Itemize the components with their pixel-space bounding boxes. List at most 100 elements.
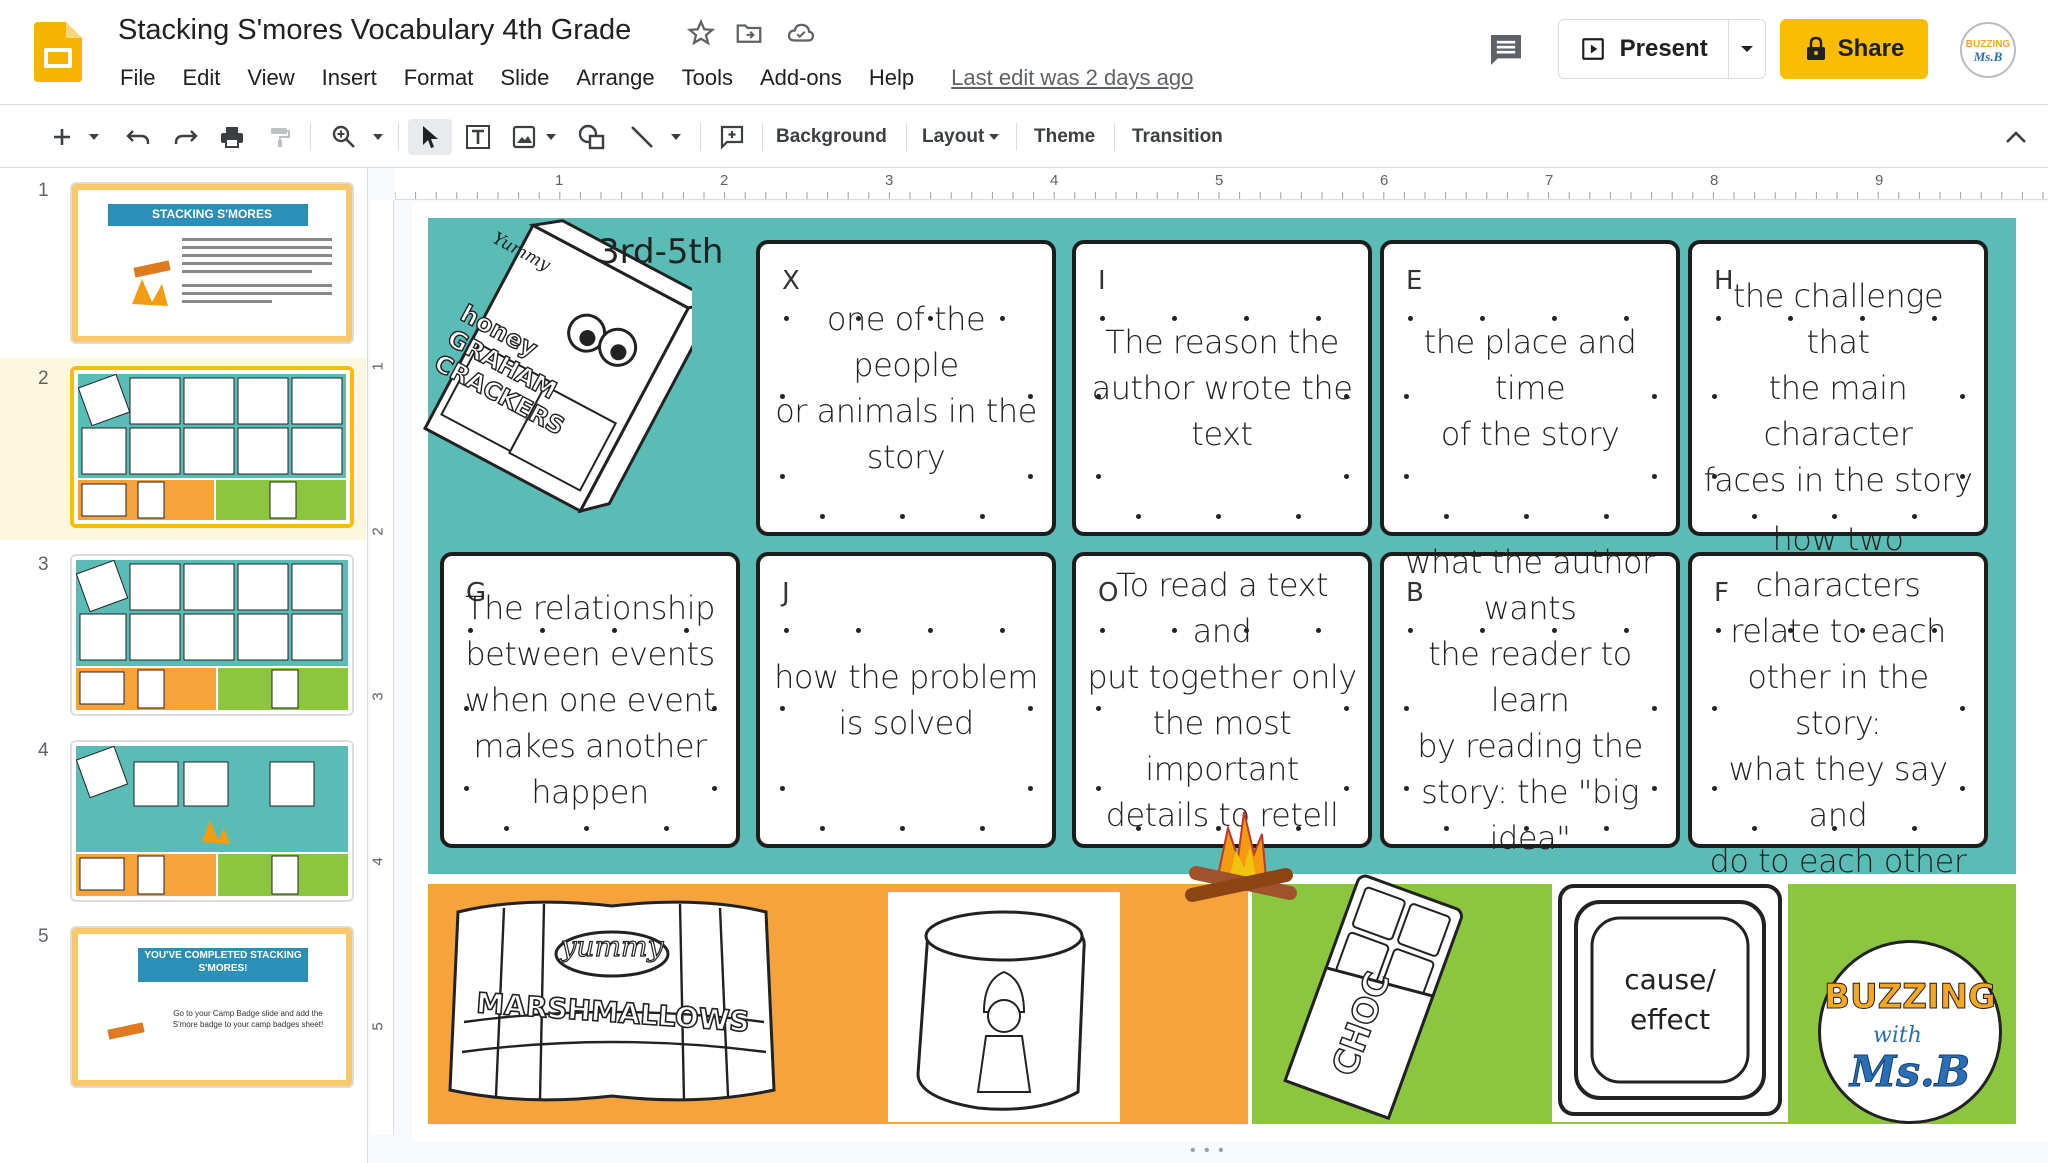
- background-button[interactable]: Background: [776, 119, 887, 155]
- vocab-card[interactable]: J how the problem is solved: [756, 552, 1056, 848]
- app-header: Stacking S'mores Vocabulary 4th Grade Fi…: [0, 0, 2048, 104]
- slide-thumbnail-4[interactable]: [70, 740, 354, 902]
- move-folder-icon[interactable]: [734, 18, 764, 48]
- shape-button[interactable]: [572, 119, 612, 155]
- marshmallow-bag-image[interactable]: yummy MARSHMALLOWS: [444, 892, 780, 1110]
- menu-tools[interactable]: Tools: [680, 63, 735, 93]
- chocolate-answer-card[interactable]: cause/ effect: [1552, 878, 1788, 1122]
- last-edit-link[interactable]: Last edit was 2 days ago: [951, 65, 1193, 91]
- card-decoration-dot: [1788, 628, 1793, 633]
- ruler-number: 7: [1545, 172, 1554, 189]
- vocab-card[interactable]: G The relationship between events when o…: [440, 552, 740, 848]
- vocab-card[interactable]: F how two characters relate to each othe…: [1688, 520, 1988, 880]
- present-options-dropdown[interactable]: [1729, 20, 1765, 78]
- card-decoration-dot: [1604, 514, 1609, 519]
- new-slide-button[interactable]: [44, 119, 80, 155]
- collapse-toolbar-button[interactable]: [1998, 119, 2034, 155]
- transition-button[interactable]: Transition: [1132, 119, 1223, 155]
- text-box-button[interactable]: [460, 119, 496, 155]
- zoom-dropdown[interactable]: [368, 119, 388, 155]
- menu-help[interactable]: Help: [867, 63, 916, 93]
- menu-file[interactable]: File: [118, 63, 157, 93]
- card-decoration-dot: [1444, 826, 1449, 831]
- theme-button[interactable]: Theme: [1034, 119, 1095, 155]
- resize-handle[interactable]: • • •: [1190, 1142, 1226, 1160]
- badge-text-3: Ms.B: [1849, 1047, 1971, 1097]
- chocolate-bar-image[interactable]: CHOC: [1268, 874, 1468, 1124]
- card-decoration-dot: [900, 826, 905, 831]
- slides-logo-icon[interactable]: [34, 22, 82, 82]
- card-decoration-dot: [464, 706, 469, 711]
- add-comment-icon: [720, 125, 744, 150]
- horizontal-ruler[interactable]: 1 2 3 4 5 6 7 8 9: [395, 168, 2048, 200]
- card-decoration-dot: [1552, 316, 1557, 321]
- card-decoration-dot: [1652, 474, 1657, 479]
- present-button[interactable]: Present: [1559, 20, 1730, 78]
- buzzing-with-msb-badge[interactable]: BUZZING with Ms.B: [1818, 940, 2002, 1124]
- select-tool-button[interactable]: [408, 119, 452, 155]
- vocab-card[interactable]: X one of the people or animals in the st…: [756, 240, 1056, 536]
- menu-insert[interactable]: Insert: [320, 63, 379, 93]
- menu-format[interactable]: Format: [402, 63, 476, 93]
- card-decoration-dot: [1960, 474, 1965, 479]
- account-avatar[interactable]: BUZZING Ms.B: [1960, 22, 2016, 78]
- cloud-saved-icon[interactable]: [786, 18, 816, 48]
- card-decoration-dot: [1716, 316, 1721, 321]
- vocab-card[interactable]: I The reason the author wrote the text: [1072, 240, 1372, 536]
- ruler-number: 5: [1215, 172, 1224, 189]
- card-decoration-dot: [1860, 316, 1865, 321]
- add-comment-button[interactable]: [714, 119, 750, 155]
- share-button[interactable]: Share: [1780, 19, 1928, 79]
- card-decoration-dot: [1912, 826, 1917, 831]
- menu-edit[interactable]: Edit: [180, 63, 222, 93]
- ruler-number: 2: [720, 172, 729, 189]
- zoom-button[interactable]: [326, 119, 362, 155]
- card-decoration-dot: [1712, 706, 1717, 711]
- card-decoration-dot: [464, 786, 469, 791]
- slide-thumbnail-2[interactable]: [70, 366, 354, 528]
- comment-history-icon[interactable]: [1486, 30, 1526, 70]
- slide-canvas[interactable]: Yummy honey GRAHAM CRACKERS 3rd-5th X on…: [412, 202, 2048, 1142]
- line-button[interactable]: [624, 119, 660, 155]
- plus-icon: [54, 129, 70, 145]
- slide-thumbnail-3[interactable]: [70, 554, 354, 716]
- new-slide-layout-dropdown[interactable]: [84, 119, 104, 155]
- insert-image-dropdown[interactable]: [542, 119, 560, 155]
- card-decoration-dot: [1624, 628, 1629, 633]
- menu-slide[interactable]: Slide: [498, 63, 551, 93]
- card-definition: The reason the author wrote the text: [1091, 323, 1353, 453]
- paint-format-button[interactable]: [262, 119, 298, 155]
- star-icon[interactable]: [686, 18, 716, 48]
- vocab-card[interactable]: H the challenge that the main character …: [1688, 240, 1988, 536]
- layout-button[interactable]: Layout: [922, 119, 1000, 155]
- card-decoration-dot: [1404, 786, 1409, 791]
- card-definition: how the problem is solved: [774, 658, 1038, 742]
- vocab-card[interactable]: E the place and time of the story: [1380, 240, 1680, 536]
- card-definition: the place and time of the story: [1423, 323, 1637, 453]
- line-dropdown[interactable]: [666, 119, 686, 155]
- card-decoration-dot: [1524, 826, 1529, 831]
- vocab-card[interactable]: B what the author wants the reader to le…: [1380, 543, 1680, 857]
- slide-number: 4: [38, 740, 49, 761]
- card-decoration-dot: [784, 628, 789, 633]
- undo-button[interactable]: [120, 119, 156, 155]
- card-decoration-dot: [780, 394, 785, 399]
- marshmallow-answer-card[interactable]: [888, 892, 1120, 1122]
- insert-image-button[interactable]: [506, 119, 542, 155]
- slide-filmstrip: 1 STACKING S'MORES 2 3 4 5 YOU'VE COMPLE…: [0, 168, 368, 1163]
- menu-addons[interactable]: Add-ons: [758, 63, 844, 93]
- menu-arrange[interactable]: Arrange: [574, 63, 656, 93]
- redo-button[interactable]: [168, 119, 204, 155]
- print-button[interactable]: [214, 119, 250, 155]
- card-decoration-dot: [1752, 826, 1757, 831]
- card-decoration-dot: [1344, 786, 1349, 791]
- slide-thumbnail-1[interactable]: STACKING S'MORES: [70, 182, 354, 344]
- card-decoration-dot: [1100, 628, 1105, 633]
- menu-bar: File Edit View Insert Format Slide Arran…: [118, 62, 1193, 94]
- document-title[interactable]: Stacking S'mores Vocabulary 4th Grade: [118, 14, 631, 47]
- vertical-ruler[interactable]: 1 2 3 4 5: [370, 200, 394, 1135]
- menu-view[interactable]: View: [245, 63, 296, 93]
- card-decoration-dot: [584, 826, 589, 831]
- slide-thumbnail-5[interactable]: YOU'VE COMPLETED STACKING S'MORES! Go to…: [70, 926, 354, 1088]
- present-button-group: Present: [1558, 19, 1766, 79]
